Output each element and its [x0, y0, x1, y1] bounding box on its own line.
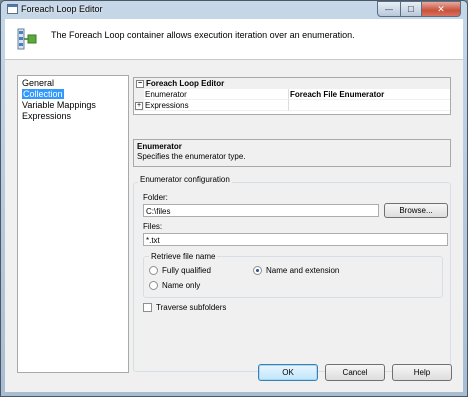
files-input[interactable]: *.txt [143, 233, 448, 246]
folder-label: Folder: [143, 193, 168, 202]
maximize-button[interactable]: ☐ [401, 1, 422, 17]
property-name: Enumerator [144, 89, 289, 100]
radio-label: Fully qualified [162, 266, 211, 275]
ok-button[interactable]: OK [258, 364, 318, 381]
radio-label: Name only [162, 281, 201, 290]
checkbox-indicator [143, 303, 152, 312]
page-nav-list: General Collection Variable Mappings Exp… [17, 75, 129, 373]
config-group-label: Enumerator configuration [138, 175, 232, 184]
foreach-loop-icon [17, 28, 37, 50]
help-button[interactable]: Help [392, 364, 452, 381]
header-description: The Foreach Loop container allows execut… [51, 30, 355, 40]
folder-input[interactable]: C:\files [143, 204, 379, 217]
property-name: Expressions [144, 100, 289, 111]
radio-name-and-extension[interactable]: Name and extension [253, 266, 339, 275]
caption-buttons: — ☐ ✕ [377, 1, 461, 17]
radio-fully-qualified[interactable]: Fully qualified [149, 266, 211, 275]
maximize-icon: ☐ [407, 4, 415, 14]
grid-row-expressions[interactable]: + Expressions [134, 100, 450, 111]
minimize-button[interactable]: — [377, 1, 401, 17]
property-grid: − Foreach Loop Editor Enumerator Foreach… [133, 77, 451, 115]
help-text: Specifies the enumerator type. [137, 152, 246, 161]
radio-indicator-selected [253, 266, 262, 275]
dialog-client-area: The Foreach Loop container allows execut… [5, 19, 463, 392]
nav-item-label: Expressions [22, 111, 72, 121]
collapse-icon[interactable]: − [136, 80, 144, 88]
browse-button[interactable]: Browse... [384, 203, 448, 218]
grid-row-enumerator[interactable]: Enumerator Foreach File Enumerator [134, 89, 450, 100]
row-gutter [134, 89, 144, 100]
collection-page: − Foreach Loop Editor Enumerator Foreach… [133, 75, 451, 372]
enumerator-configuration: Enumerator configuration Folder: C:\file… [133, 175, 451, 372]
checkbox-label: Traverse subfolders [156, 303, 227, 312]
nav-item-collection[interactable]: Collection [18, 89, 128, 100]
nav-item-expressions[interactable]: Expressions [18, 111, 128, 122]
radio-label: Name and extension [266, 266, 340, 275]
close-icon: ✕ [437, 3, 445, 14]
radio-name-only[interactable]: Name only [149, 281, 200, 290]
grid-category-label: Foreach Loop Editor [146, 79, 225, 88]
dialog-header: The Foreach Loop container allows execut… [5, 19, 463, 60]
minimize-icon: — [385, 4, 393, 14]
cancel-button[interactable]: Cancel [325, 364, 385, 381]
nav-item-variable-mappings[interactable]: Variable Mappings [18, 100, 128, 111]
retrieve-file-name-label: Retrieve file name [149, 252, 218, 261]
nav-item-label: Collection [22, 89, 64, 99]
help-title: Enumerator [137, 142, 182, 151]
app-icon [7, 4, 18, 14]
nav-item-label: General [22, 78, 55, 88]
row-gutter: + [134, 100, 144, 111]
nav-item-general[interactable]: General [18, 78, 128, 89]
title-bar[interactable]: Foreach Loop Editor — ☐ ✕ [1, 1, 467, 18]
radio-indicator [149, 281, 158, 290]
traverse-subfolders-checkbox[interactable]: Traverse subfolders [143, 303, 226, 312]
close-button[interactable]: ✕ [422, 1, 461, 17]
foreach-loop-editor-window: Foreach Loop Editor — ☐ ✕ The Foreach Lo… [0, 0, 468, 397]
window-title: Foreach Loop Editor [21, 4, 103, 14]
enumerator-value[interactable]: Foreach File Enumerator [289, 89, 450, 100]
nav-item-label: Variable Mappings [22, 100, 96, 110]
retrieve-file-name-group [143, 256, 443, 298]
radio-indicator [149, 266, 158, 275]
files-label: Files: [143, 222, 163, 231]
expressions-value[interactable] [289, 100, 450, 111]
property-help-panel: Enumerator Specifies the enumerator type… [133, 139, 451, 167]
expand-icon[interactable]: + [135, 102, 143, 110]
grid-category[interactable]: − Foreach Loop Editor [134, 78, 450, 89]
